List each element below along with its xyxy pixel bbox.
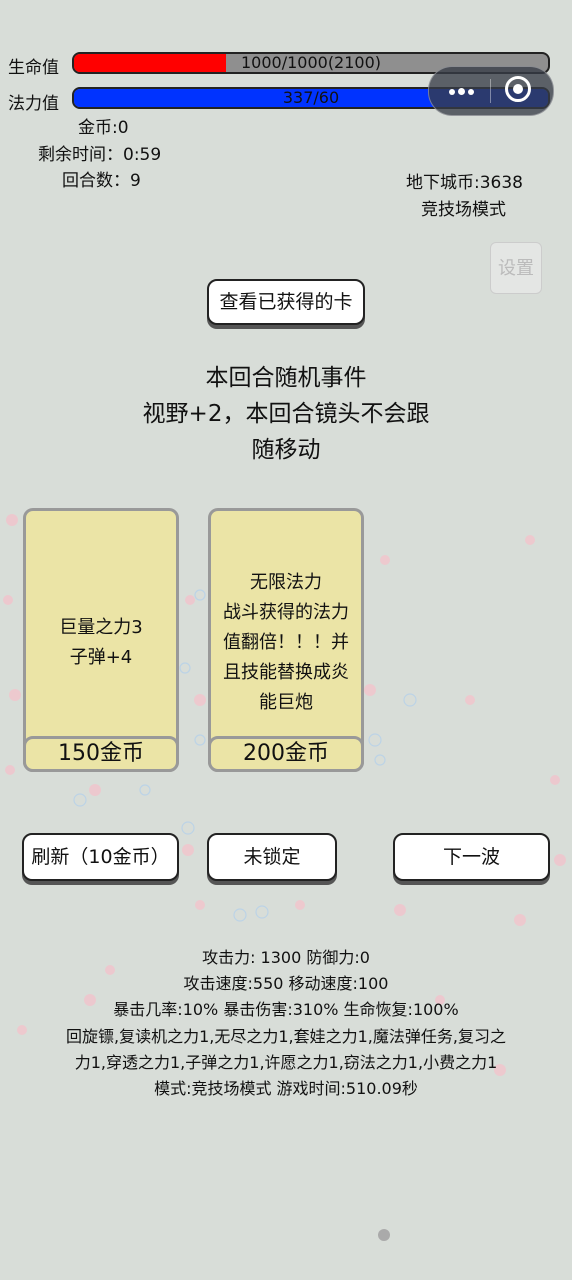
shop-card-1[interactable]: 巨量之力3 子弹+4 150金币 (23, 508, 179, 772)
capsule-divider (490, 79, 491, 103)
settings-button[interactable]: 设置 (490, 242, 542, 294)
exit-miniprogram-icon[interactable] (505, 76, 531, 102)
card-1-line2: 子弹+4 (69, 647, 133, 668)
miniprogram-capsule (428, 66, 554, 116)
round-counter: 回合数：9 (62, 171, 141, 191)
event-title: 本回合随机事件 (205, 365, 367, 391)
mp-label: 法力值 (8, 94, 59, 114)
event-description-line1: 视野+2，本回合镜头不会跟 (142, 401, 430, 427)
owned-cards-line2: 力1,穿透之力1,子弹之力1,许愿之力1,窃法之力1,小费之力1 (74, 1053, 498, 1072)
card-2-line5: 能巨炮 (259, 692, 313, 713)
more-options-icon[interactable] (445, 77, 477, 105)
lock-button[interactable]: 未锁定 (207, 833, 337, 881)
mode-and-playtime: 模式:竞技场模式 游戏时间:510.09秒 (154, 1079, 418, 1098)
card-2-line2: 战斗获得的法力 (223, 602, 349, 623)
card-2-line3: 值翻倍！！！并 (223, 632, 349, 653)
card-2-line1: 无限法力 (250, 572, 322, 593)
shop-card-2[interactable]: 无限法力 战斗获得的法力 值翻倍！！！并 且技能替换成炎 能巨炮 200金币 (208, 508, 364, 772)
page-indicator-dot (378, 1229, 390, 1241)
event-description-line2: 随移动 (251, 437, 321, 463)
card-1-line1: 巨量之力3 (59, 617, 143, 638)
refresh-button[interactable]: 刷新（10金币） (22, 833, 179, 881)
owned-cards-line1: 回旋镖,复读机之力1,无尽之力1,套娃之力1,魔法弹任务,复习之 (66, 1027, 506, 1046)
stats-attack-defense: 攻击力: 1300 防御力:0 (202, 948, 370, 967)
dungeon-coins: 地下城币:3638 (406, 173, 523, 193)
stats-speed: 攻击速度:550 移动速度:100 (183, 974, 389, 993)
next-wave-button[interactable]: 下一波 (393, 833, 550, 881)
game-mode: 竞技场模式 (421, 200, 506, 220)
card-2-price[interactable]: 200金币 (208, 736, 364, 772)
card-1-price[interactable]: 150金币 (23, 736, 179, 772)
time-left: 剩余时间：0:59 (38, 145, 162, 165)
hp-label: 生命值 (8, 58, 59, 78)
gold-counter: 金币:0 (78, 118, 129, 138)
view-cards-button[interactable]: 查看已获得的卡 (207, 279, 365, 325)
card-2-line4: 且技能替换成炎 (223, 662, 349, 683)
stats-crit-regen: 暴击几率:10% 暴击伤害:310% 生命恢复:100% (113, 1000, 459, 1019)
